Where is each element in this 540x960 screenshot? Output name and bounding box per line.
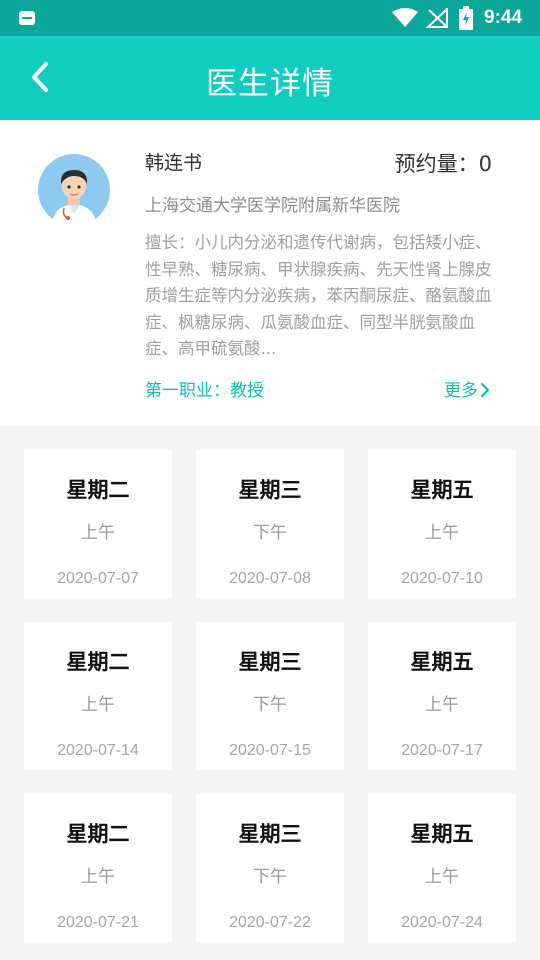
slot-period: 上午	[81, 867, 115, 887]
page-title: 医生详情	[206, 66, 334, 102]
slot-day: 星期二	[66, 478, 130, 502]
schedule-slot[interactable]: 星期五 上午 2020-07-10	[368, 450, 516, 598]
doctor-specialty: 擅长：小儿内分泌和遗传代谢病，包括矮小症、性早熟、糖尿病、甲状腺疾病、先天性肾上…	[145, 233, 492, 358]
slot-day: 星期五	[410, 822, 474, 846]
doctor-name: 韩连书	[145, 152, 203, 174]
slot-period: 上午	[81, 523, 115, 543]
slot-day: 星期五	[410, 478, 474, 502]
app-header: 医生详情	[0, 36, 540, 120]
slot-period: 上午	[425, 695, 459, 715]
slot-period: 下午	[253, 523, 287, 543]
appointment-label: 预约量：	[394, 152, 479, 176]
schedule-slot[interactable]: 星期二 上午 2020-07-07	[24, 450, 172, 598]
schedule-grid: 星期二 上午 2020-07-07 星期三 下午 2020-07-08 星期五 …	[0, 426, 540, 960]
appointment-count: 0	[478, 152, 492, 176]
more-label: 更多	[444, 381, 478, 401]
slot-day: 星期三	[238, 650, 302, 674]
appointment-count-group: 预约量：0	[395, 148, 492, 178]
slot-day: 星期二	[66, 650, 130, 674]
schedule-slot[interactable]: 星期五 上午 2020-07-24	[368, 794, 516, 942]
slot-date: 2020-07-14	[57, 742, 139, 759]
slot-day: 星期三	[238, 822, 302, 846]
slot-day: 星期三	[238, 478, 302, 502]
schedule-slot[interactable]: 星期三 下午 2020-07-22	[196, 794, 344, 942]
schedule-slot[interactable]: 星期二 上午 2020-07-21	[24, 794, 172, 942]
slot-date: 2020-07-22	[229, 914, 311, 931]
slot-date: 2020-07-10	[401, 570, 483, 587]
slot-period: 下午	[253, 867, 287, 887]
slot-date: 2020-07-17	[401, 742, 483, 759]
app-notification-icon	[19, 11, 35, 25]
slot-date: 2020-07-15	[229, 742, 311, 759]
slot-date: 2020-07-07	[57, 570, 139, 587]
wifi-icon	[392, 8, 418, 27]
chevron-right-icon	[480, 382, 490, 398]
slot-date: 2020-07-24	[401, 914, 483, 931]
schedule-slot[interactable]: 星期三 下午 2020-07-08	[196, 450, 344, 598]
battery-icon	[459, 6, 473, 30]
status-bar: 9:44	[0, 0, 540, 36]
slot-period: 上午	[425, 867, 459, 887]
slot-period: 下午	[253, 695, 287, 715]
schedule-slot[interactable]: 星期三 下午 2020-07-15	[196, 622, 344, 770]
doctor-card: 韩连书 预约量：0 上海交通大学医学院附属新华医院 擅长：小儿内分泌和遗传代谢病…	[0, 120, 540, 426]
slot-day: 星期五	[410, 650, 474, 674]
doctor-hospital: 上海交通大学医学院附属新华医院	[145, 196, 400, 216]
status-time: 9:44	[484, 7, 523, 28]
schedule-slot[interactable]: 星期二 上午 2020-07-14	[24, 622, 172, 770]
more-button[interactable]: 更多	[444, 376, 490, 401]
signal-icon	[426, 8, 448, 28]
slot-date: 2020-07-08	[229, 570, 311, 587]
slot-period: 上午	[425, 523, 459, 543]
slot-period: 上午	[81, 695, 115, 715]
schedule-slot[interactable]: 星期五 上午 2020-07-17	[368, 622, 516, 770]
doctor-avatar	[38, 154, 110, 226]
doctor-title: 第一职业：教授	[145, 381, 264, 401]
slot-date: 2020-07-21	[57, 914, 139, 931]
slot-day: 星期二	[66, 822, 130, 846]
